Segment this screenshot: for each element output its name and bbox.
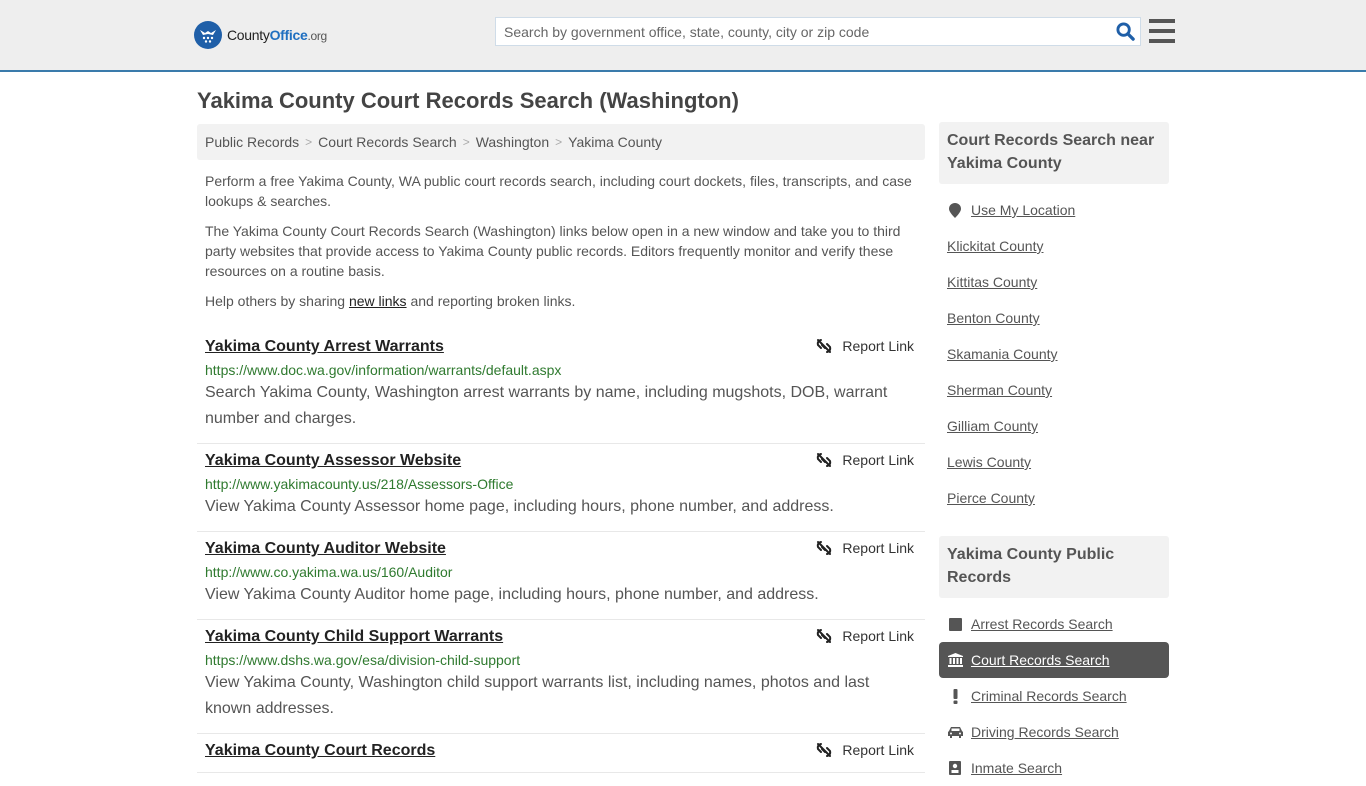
county-link-kittitas[interactable]: Kittitas County <box>947 274 1037 290</box>
result-url: http://www.co.yakima.wa.us/160/Auditor <box>205 564 453 580</box>
result-url: https://www.doc.wa.gov/information/warra… <box>205 362 562 378</box>
nearby-county-item[interactable]: Gilliam County <box>939 408 1169 444</box>
county-link-lewis[interactable]: Lewis County <box>947 454 1031 470</box>
inmate-icon <box>947 761 963 775</box>
breadcrumb-separator: > <box>462 135 470 149</box>
county-link-pierce[interactable]: Pierce County <box>947 490 1035 506</box>
nearby-county-item[interactable]: Lewis County <box>939 444 1169 480</box>
broken-link-icon <box>816 742 832 758</box>
eagle-stars-icon <box>194 21 222 49</box>
report-link-button[interactable]: Report Link <box>816 452 914 468</box>
sidebar-item-label[interactable]: Inmate Search <box>971 760 1062 776</box>
result-title-link[interactable]: Yakima County Court Records <box>205 741 435 761</box>
report-link-button[interactable]: Report Link <box>816 628 914 644</box>
breadcrumb-separator: > <box>305 135 313 149</box>
result-title-link[interactable]: Yakima County Child Support Warrants <box>205 627 503 647</box>
result-item: Yakima County Assessor Website Report Li… <box>197 444 925 532</box>
broken-link-icon <box>816 628 832 644</box>
sidebar-item-label[interactable]: Criminal Records Search <box>971 688 1127 704</box>
search-box <box>495 17 1141 46</box>
result-description: View Yakima County Auditor home page, in… <box>205 586 819 603</box>
result-description: View Yakima County, Washington child sup… <box>205 674 870 717</box>
top-header: CountyOffice.org <box>0 0 1366 72</box>
result-title-link[interactable]: Yakima County Auditor Website <box>205 539 446 559</box>
county-link-sherman[interactable]: Sherman County <box>947 382 1052 398</box>
breadcrumb-court-records-search[interactable]: Court Records Search <box>318 134 457 150</box>
breadcrumb-separator: > <box>555 135 563 149</box>
county-link-benton[interactable]: Benton County <box>947 310 1040 326</box>
nearby-county-item[interactable]: Pierce County <box>939 480 1169 516</box>
exclamation-icon <box>947 688 963 704</box>
sidebar-item-label[interactable]: Court Records Search <box>971 652 1110 668</box>
nearby-county-item[interactable]: Skamania County <box>939 336 1169 372</box>
result-item: Yakima County Auditor Website Report Lin… <box>197 532 925 620</box>
result-item: Yakima County Court Records Report Link <box>197 734 925 773</box>
county-link-gilliam[interactable]: Gilliam County <box>947 418 1038 434</box>
result-item: Yakima County Child Support Warrants Rep… <box>197 620 925 734</box>
report-link-button[interactable]: Report Link <box>816 742 914 758</box>
sidebar-item-inmate-search[interactable]: Inmate Search <box>939 750 1169 786</box>
broken-link-icon <box>816 540 832 556</box>
sidebar-item-label[interactable]: Driving Records Search <box>971 724 1119 740</box>
intro-paragraph-2: The Yakima County Court Records Search (… <box>205 223 901 279</box>
broken-link-icon <box>816 338 832 354</box>
intro-paragraph-1: Perform a free Yakima County, WA public … <box>205 173 912 209</box>
car-icon <box>947 726 963 738</box>
use-my-location-item[interactable]: Use My Location <box>939 192 1169 228</box>
result-title-link[interactable]: Yakima County Assessor Website <box>205 451 461 471</box>
report-link-button[interactable]: Report Link <box>816 540 914 556</box>
public-records-list: Arrest Records Search Court Records Sear… <box>939 606 1169 786</box>
results-list: Yakima County Arrest Warrants Report Lin… <box>197 330 925 773</box>
result-description: View Yakima County Assessor home page, i… <box>205 498 834 515</box>
site-logo[interactable]: CountyOffice.org <box>194 21 327 49</box>
nearby-county-list: Use My Location Klickitat County Kittita… <box>939 192 1169 516</box>
hamburger-menu-icon[interactable] <box>1149 19 1175 43</box>
use-my-location-link[interactable]: Use My Location <box>971 202 1075 218</box>
breadcrumb-public-records[interactable]: Public Records <box>205 134 299 150</box>
sidebar-nearby: Court Records Search near Yakima County … <box>939 122 1169 516</box>
sidebar-public-records: Yakima County Public Records Arrest Reco… <box>939 536 1169 786</box>
report-link-button[interactable]: Report Link <box>816 338 914 354</box>
sidebar-nearby-heading: Court Records Search near Yakima County <box>939 122 1169 184</box>
search-icon <box>1115 22 1135 41</box>
map-pin-icon <box>947 202 963 218</box>
nearby-county-item[interactable]: Kittitas County <box>939 264 1169 300</box>
logo-text: CountyOffice.org <box>227 27 327 43</box>
main-content: Public Records > Court Records Search > … <box>197 124 925 773</box>
sidebar-item-driving-records[interactable]: Driving Records Search <box>939 714 1169 750</box>
page-title: Yakima County Court Records Search (Wash… <box>197 88 739 113</box>
sidebar-item-criminal-records[interactable]: Criminal Records Search <box>939 678 1169 714</box>
breadcrumb-washington[interactable]: Washington <box>476 134 549 150</box>
breadcrumb-yakima-county[interactable]: Yakima County <box>568 134 662 150</box>
search-button[interactable] <box>1110 18 1140 45</box>
search-input[interactable] <box>496 18 1110 45</box>
broken-link-icon <box>816 452 832 468</box>
nearby-county-item[interactable]: Sherman County <box>939 372 1169 408</box>
sidebar-item-arrest-records[interactable]: Arrest Records Search <box>939 606 1169 642</box>
county-link-skamania[interactable]: Skamania County <box>947 346 1058 362</box>
courthouse-icon <box>947 653 963 667</box>
breadcrumb: Public Records > Court Records Search > … <box>197 124 925 160</box>
nearby-county-item[interactable]: Benton County <box>939 300 1169 336</box>
sidebar-item-label[interactable]: Arrest Records Search <box>971 616 1113 632</box>
sidebar-item-court-records[interactable]: Court Records Search <box>939 642 1169 678</box>
square-icon <box>947 617 963 631</box>
sidebar-public-records-heading: Yakima County Public Records <box>939 536 1169 598</box>
result-description: Search Yakima County, Washington arrest … <box>205 384 888 427</box>
result-url: https://www.dshs.wa.gov/esa/division-chi… <box>205 652 521 668</box>
county-link-klickitat[interactable]: Klickitat County <box>947 238 1043 254</box>
result-url: http://www.yakimacounty.us/218/Assessors… <box>205 476 514 492</box>
nearby-county-item[interactable]: Klickitat County <box>939 228 1169 264</box>
result-item: Yakima County Arrest Warrants Report Lin… <box>197 330 925 444</box>
result-title-link[interactable]: Yakima County Arrest Warrants <box>205 337 444 357</box>
new-links-link[interactable]: new links <box>349 293 407 309</box>
intro-paragraph-3: Help others by sharing new links and rep… <box>205 293 576 309</box>
intro-text: Perform a free Yakima County, WA public … <box>197 171 925 311</box>
